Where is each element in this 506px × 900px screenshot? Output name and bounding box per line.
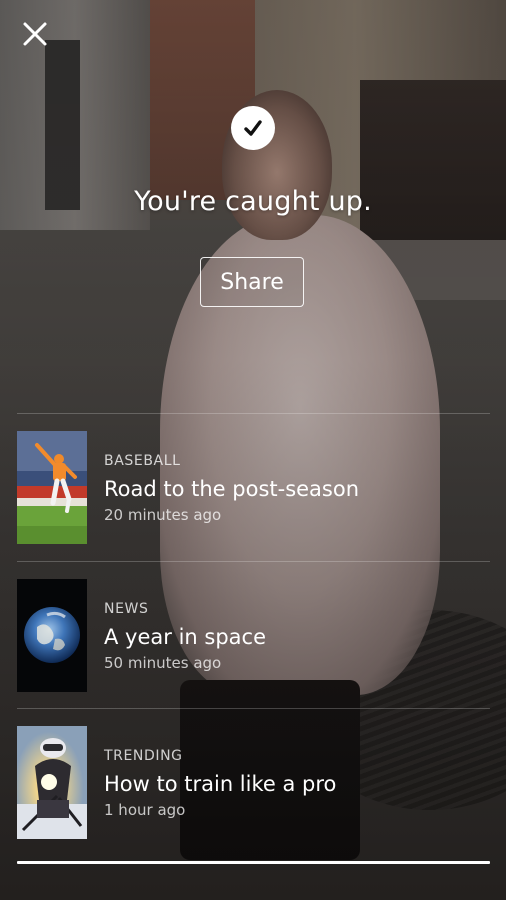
close-button[interactable] xyxy=(18,17,52,51)
story-category: BASEBALL xyxy=(104,453,181,469)
checkmark-icon xyxy=(244,120,262,136)
story-timestamp: 1 hour ago xyxy=(104,801,186,819)
story-category: NEWS xyxy=(104,601,149,617)
story-headline: Road to the post-season xyxy=(104,477,360,501)
story-headline: A year in space xyxy=(104,625,266,649)
story-item-trending[interactable]: TRENDING How to train like a pro 1 hour … xyxy=(17,726,490,840)
checkmark-badge xyxy=(231,106,275,150)
divider xyxy=(17,708,490,709)
story-item-news[interactable]: NEWS A year in space 50 minutes ago xyxy=(17,579,490,693)
story-timestamp: 20 minutes ago xyxy=(104,506,222,524)
share-button[interactable]: Share xyxy=(200,257,304,307)
divider xyxy=(17,413,490,414)
earth-from-space-thumbnail xyxy=(17,579,87,692)
story-headline: How to train like a pro xyxy=(104,772,337,796)
skier-thumbnail xyxy=(17,726,87,839)
caught-up-title: You're caught up. xyxy=(134,186,372,217)
story-text: TRENDING How to train like a pro 1 hour … xyxy=(104,726,490,819)
story-text: BASEBALL Road to the post-season 20 minu… xyxy=(104,431,490,524)
story-category: TRENDING xyxy=(104,748,183,764)
story-item-baseball[interactable]: BASEBALL Road to the post-season 20 minu… xyxy=(17,431,490,545)
caught-up-screen: You're caught up. Share BASEBALL Road to… xyxy=(0,0,506,900)
baseball-player-thumbnail xyxy=(17,431,87,544)
story-text: NEWS A year in space 50 minutes ago xyxy=(104,579,490,672)
divider xyxy=(17,561,490,562)
bottom-progress-bar xyxy=(17,861,490,864)
story-timestamp: 50 minutes ago xyxy=(104,654,222,672)
close-icon xyxy=(23,22,47,46)
